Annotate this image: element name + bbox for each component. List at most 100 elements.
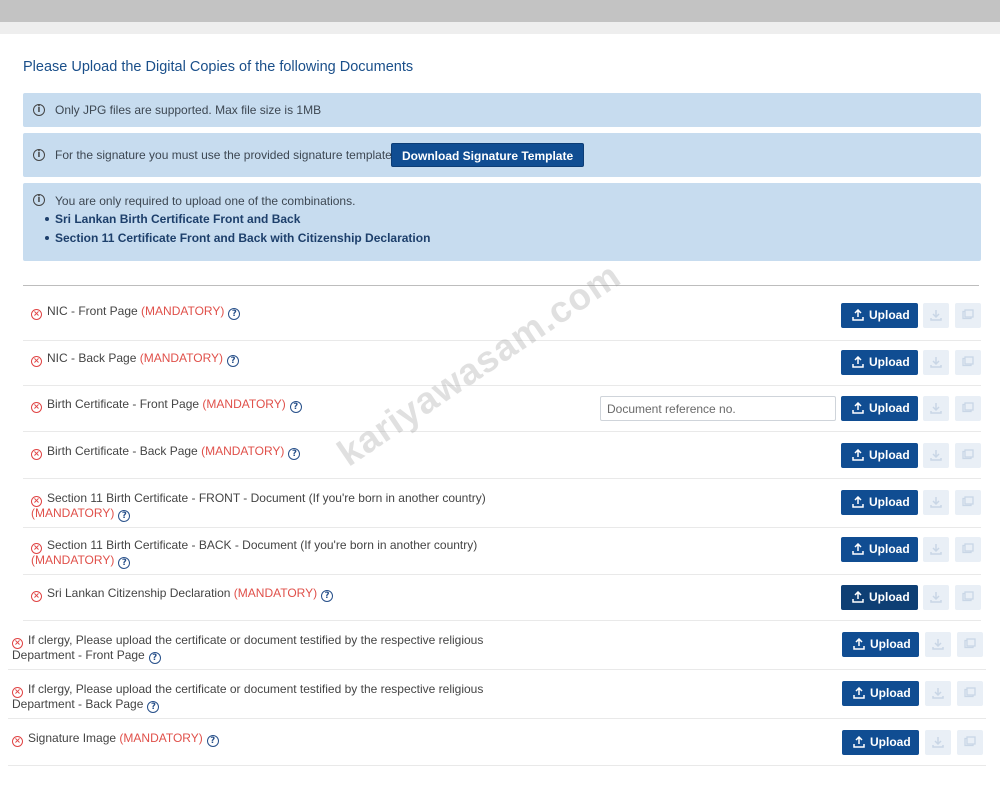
upload-label: Upload [869,448,910,462]
download-button[interactable] [923,350,949,375]
document-name: Section 11 Birth Certificate - BACK - Do… [47,538,478,552]
document-label: × NIC - Front Page (MANDATORY)? [31,305,241,320]
upload-label: Upload [869,308,910,322]
browser-top-strip [0,22,1000,34]
question-icon[interactable]: ? [289,401,302,413]
question-icon[interactable]: ? [118,510,131,522]
document-name: If clergy, Please upload the certificate… [28,682,484,696]
document-label: × If clergy, Please upload the certificat… [12,634,483,664]
page-title: Please Upload the Digital Copies of the … [23,59,414,75]
question-icon[interactable]: ? [206,735,219,747]
document-label: × Signature Image (MANDATORY)? [12,732,219,747]
download-button[interactable] [925,730,951,755]
combination-info-alert: i You are only required to upload one of… [23,183,981,261]
download-button[interactable] [923,585,949,610]
preview-button[interactable] [955,490,981,515]
document-label: × Section 11 Birth Certificate - BACK - D… [31,539,477,569]
preview-button[interactable] [955,303,981,328]
document-name: If clergy, Please upload the certificate… [28,633,484,647]
error-x-icon: × [31,402,42,413]
upload-button[interactable]: Upload [841,350,918,375]
document-reference-input[interactable] [600,396,836,421]
upload-button[interactable]: Upload [841,443,918,468]
upload-button[interactable]: Upload [842,632,919,657]
document-label: × If clergy, Please upload the certificat… [12,683,483,713]
upload-label: Upload [869,355,910,369]
upload-button[interactable]: Upload [842,730,919,755]
preview-button[interactable] [955,443,981,468]
preview-button[interactable] [955,396,981,421]
mandatory-tag: (MANDATORY) [31,553,115,567]
preview-button[interactable] [955,585,981,610]
signature-info-alert: i For the signature you must use the pro… [23,133,981,177]
question-icon[interactable]: ? [321,590,334,602]
preview-button[interactable] [955,350,981,375]
error-x-icon: × [31,356,42,367]
question-icon[interactable]: ? [148,652,161,664]
upload-label: Upload [869,542,910,556]
info-icon: i [33,149,45,161]
document-row: × If clergy, Please upload the certificat… [8,675,986,719]
upload-button[interactable]: Upload [841,537,918,562]
section-divider [23,285,979,286]
document-name: Signature Image [28,731,117,745]
download-button[interactable] [923,490,949,515]
upload-button[interactable]: Upload [841,396,918,421]
error-x-icon: × [31,309,42,320]
question-icon[interactable]: ? [147,701,160,713]
upload-button[interactable]: Upload [841,490,918,515]
mandatory-tag: (MANDATORY) [31,506,115,520]
download-button[interactable] [923,396,949,421]
file-info-text: Only JPG files are supported. Max file s… [55,103,322,117]
document-name: Birth Certificate - Back Page [47,444,198,458]
document-label: × Section 11 Birth Certificate - FRONT - … [31,492,486,522]
document-label: × Birth Certificate - Back Page (MANDATOR… [31,444,301,460]
upload-label: Upload [870,637,911,651]
error-x-icon: × [12,736,23,747]
mandatory-tag: (MANDATORY) [139,351,224,365]
download-button[interactable] [925,632,951,657]
combination-info-text: You are only required to upload one of t… [55,194,356,208]
document-label: × Sri Lankan Citizenship Declaration (MAN… [31,586,334,602]
download-button[interactable] [923,537,949,562]
preview-button[interactable] [957,681,983,706]
upload-button[interactable]: Upload [841,303,918,328]
upload-button[interactable]: Upload [841,585,918,610]
document-row: × Birth Certificate - Back Page (MANDATOR… [23,437,981,479]
question-icon[interactable]: ? [228,308,241,320]
mandatory-tag: (MANDATORY) [233,586,318,600]
question-icon[interactable]: ? [227,355,240,367]
info-icon: i [33,194,45,206]
combination-item: Section 11 Certificate Front and Back wi… [45,231,430,250]
document-row: × Birth Certificate - Front Page (MANDATO… [23,390,981,432]
combination-item: Sri Lankan Birth Certificate Front and B… [45,212,430,231]
question-icon[interactable]: ? [288,448,301,460]
document-row: × Section 11 Birth Certificate - BACK - D… [23,531,981,575]
download-signature-template-button[interactable]: Download Signature Template [391,143,585,167]
preview-button[interactable] [957,632,983,657]
preview-button[interactable] [955,537,981,562]
document-name: Birth Certificate - Front Page [47,397,200,411]
upload-label: Upload [870,735,911,749]
file-info-alert: i Only JPG files are supported. Max file… [23,93,981,127]
mandatory-tag: (MANDATORY) [201,444,285,458]
question-icon[interactable]: ? [118,557,131,569]
document-row: × NIC - Front Page (MANDATORY)? [23,297,981,341]
download-button[interactable] [923,303,949,328]
document-row: × NIC - Back Page (MANDATORY)? [23,344,981,386]
upload-label: Upload [869,401,910,415]
upload-button[interactable]: Upload [842,681,919,706]
mandatory-tag: (MANDATORY) [202,397,286,411]
document-row: × If clergy, Please upload the certificat… [8,626,986,670]
download-button[interactable] [923,443,949,468]
download-button[interactable] [925,681,951,706]
document-row: × Sri Lankan Citizenship Declaration (MAN… [23,579,981,621]
combination-list: Sri Lankan Birth Certificate Front and B… [45,212,430,250]
error-x-icon: × [31,449,42,460]
upload-label: Upload [869,495,910,509]
document-label: × Birth Certificate - Front Page (MANDATO… [31,398,302,413]
document-row: × Section 11 Birth Certificate - FRONT - … [23,484,981,528]
preview-button[interactable] [957,730,983,755]
upload-label: Upload [869,590,910,604]
document-name: Sri Lankan Citizenship Declaration [47,586,231,600]
